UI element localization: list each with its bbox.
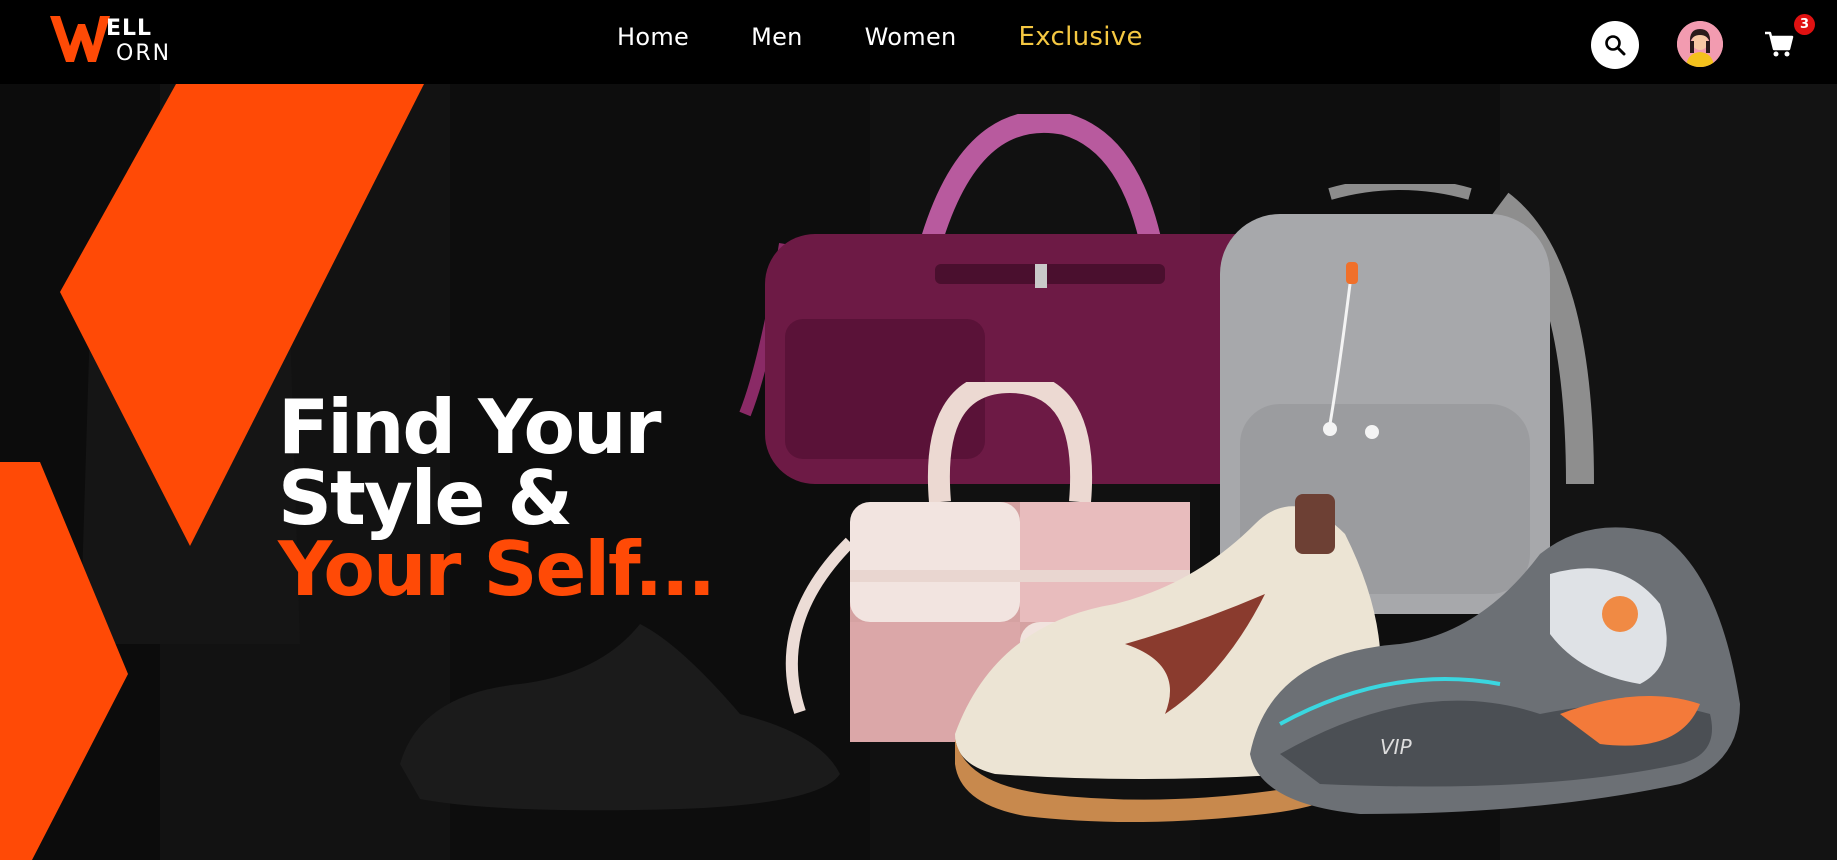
search-button[interactable] <box>1591 21 1639 69</box>
nav-exclusive-link[interactable]: Exclusive <box>1019 22 1143 52</box>
svg-text:VIP: VIP <box>1380 735 1413 759</box>
hero-line-2: Style & <box>278 454 573 542</box>
nav-home-link[interactable]: Home <box>617 23 689 51</box>
main-nav: Home Men Women Exclusive <box>617 22 1205 52</box>
cart-count-badge: 3 <box>1794 14 1815 35</box>
hero-banner: Find Your Style & Your Self... VIP <box>0 84 1837 860</box>
hero-line-1: Find Your <box>278 383 661 471</box>
search-icon <box>1605 35 1626 56</box>
shopping-cart-icon[interactable] <box>1764 30 1794 58</box>
high-top-sneaker-image: VIP <box>1250 527 1740 814</box>
brand-logo[interactable]: ELL ORN <box>48 10 188 66</box>
hero-line-3: Your Self... <box>278 525 716 613</box>
nav-men-link[interactable]: Men <box>751 23 803 51</box>
nav-women-link[interactable]: Women <box>865 23 957 51</box>
hero-headline: Find Your Style & Your Self... <box>278 383 716 613</box>
svg-text:ELL: ELL <box>106 16 152 41</box>
svg-text:ORN: ORN <box>116 41 171 66</box>
top-navbar: ELL ORN Home Men Women Exclusive 3 <box>0 0 1837 84</box>
avatar-icon <box>1677 21 1723 67</box>
user-avatar[interactable] <box>1677 21 1723 67</box>
